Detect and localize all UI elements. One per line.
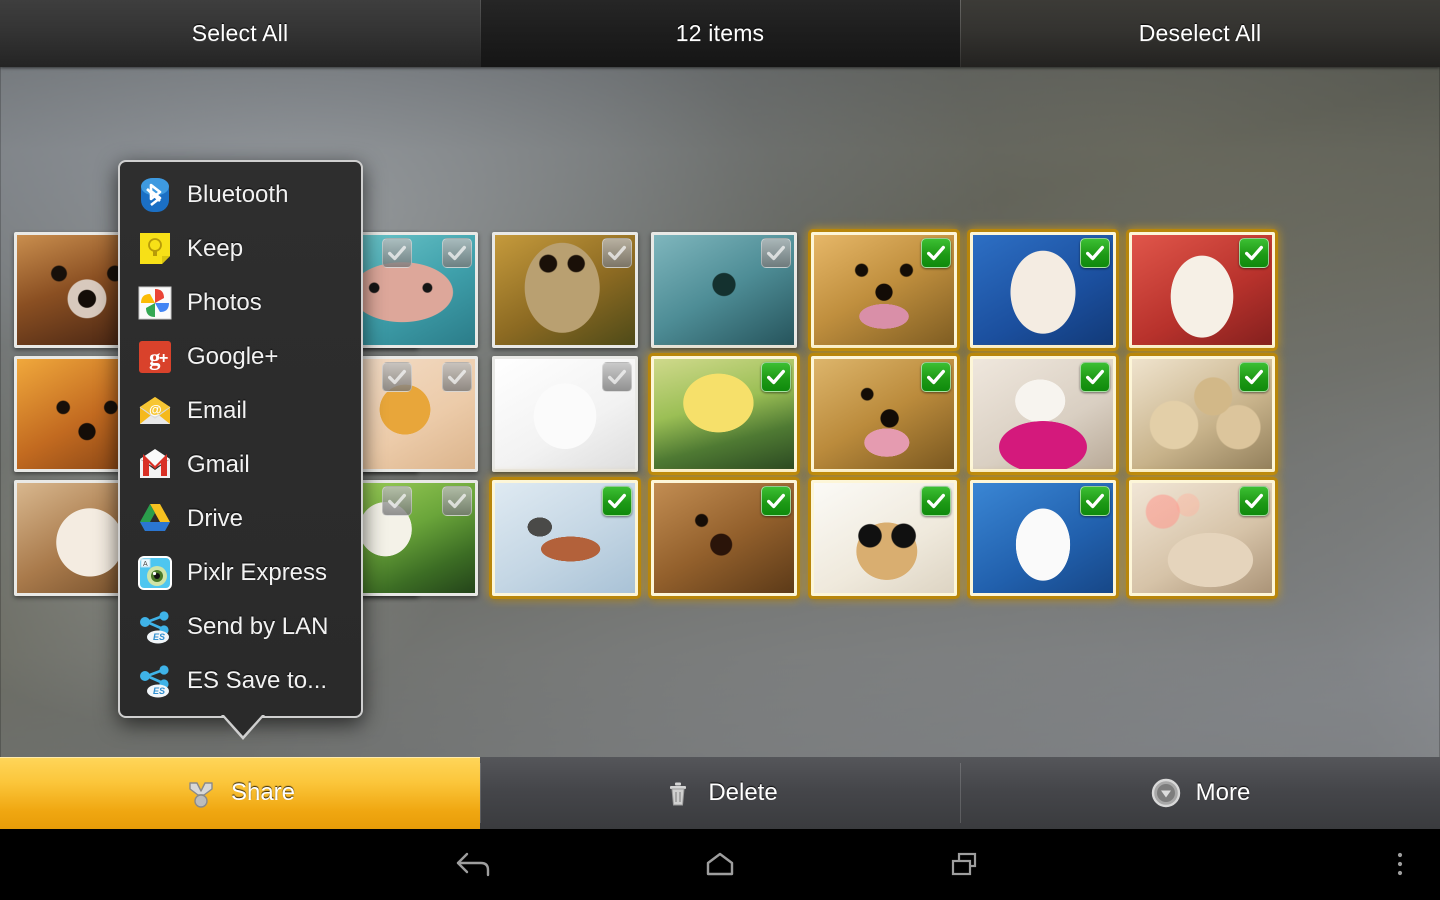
select-all-button[interactable]: Select All (0, 0, 480, 67)
share-menu-item[interactable]: Drive (120, 492, 361, 546)
share-menu-item-label: Keep (187, 235, 244, 262)
google-drive-icon (136, 500, 174, 538)
checkbox-checked-icon[interactable] (602, 486, 632, 516)
checkbox-checked-icon[interactable] (1080, 238, 1110, 268)
share-menu-item-label: Photos (187, 289, 262, 316)
share-menu-item[interactable]: Keep (120, 222, 361, 276)
google-plus-icon: g + (136, 338, 174, 376)
share-menu-item-label: Bluetooth (187, 181, 289, 208)
more-label: More (1195, 779, 1251, 806)
checkbox-checked-icon[interactable] (921, 362, 951, 392)
checkbox-unchecked-icon[interactable] (442, 362, 472, 392)
share-menu-item[interactable]: @ Email (120, 384, 361, 438)
photo-tile[interactable] (492, 232, 638, 348)
delete-button[interactable]: Delete (480, 757, 960, 829)
share-menu-item-label: Send by LAN (187, 613, 329, 640)
checkbox-unchecked-icon[interactable] (602, 238, 632, 268)
photo-tile[interactable] (970, 480, 1116, 596)
checkbox-unchecked-icon[interactable] (761, 238, 791, 268)
share-menu-item[interactable]: ES Send by LAN (120, 600, 361, 654)
checkbox-checked-icon[interactable] (761, 486, 791, 516)
photo-tile[interactable] (492, 356, 638, 472)
item-count-display: 12 items (480, 0, 960, 67)
bluetooth-icon (136, 176, 174, 214)
photo-tile[interactable] (492, 480, 638, 596)
share-menu-item-label: Gmail (187, 451, 250, 478)
android-navigation-bar (0, 829, 1440, 900)
svg-text:A: A (143, 561, 148, 568)
photo-tile[interactable] (970, 356, 1116, 472)
checkbox-unchecked-icon[interactable] (382, 486, 412, 516)
checkbox-unchecked-icon[interactable] (382, 362, 412, 392)
share-target-popup-menu: Bluetooth Keep Photos g + Google+ @ Email Gmail D… (118, 160, 363, 740)
checkbox-checked-icon[interactable] (1080, 362, 1110, 392)
checkbox-checked-icon[interactable] (1080, 486, 1110, 516)
photo-tile[interactable] (811, 356, 957, 472)
email-icon: @ (136, 392, 174, 430)
share-menu-item-label: Google+ (187, 343, 279, 370)
gmail-icon (136, 446, 174, 484)
svg-text:+: + (159, 350, 168, 367)
share-menu-item-label: Email (187, 397, 248, 424)
overflow-menu-icon[interactable] (1370, 829, 1430, 900)
photo-tile[interactable] (1129, 356, 1275, 472)
photo-tile[interactable] (651, 232, 797, 348)
photo-tile[interactable] (1129, 480, 1275, 596)
trash-icon (662, 777, 694, 809)
share-button[interactable]: Share (0, 757, 480, 829)
checkbox-checked-icon[interactable] (761, 362, 791, 392)
share-menu-item-label: Drive (187, 505, 244, 532)
checkbox-checked-icon[interactable] (1239, 238, 1269, 268)
checkbox-checked-icon[interactable] (1239, 486, 1269, 516)
recents-icon[interactable] (915, 829, 1015, 900)
google-keep-icon (136, 230, 174, 268)
checkbox-checked-icon[interactable] (921, 238, 951, 268)
google-photos-icon (136, 284, 174, 322)
share-menu-item-label: Pixlr Express (187, 559, 328, 586)
es-save-to-icon: ES (136, 662, 174, 700)
selection-top-bar: Select All 12 items Deselect All (0, 0, 1440, 67)
action-toolbar: Share Delete More (0, 757, 1440, 829)
checkbox-checked-icon[interactable] (921, 486, 951, 516)
deselect-all-button[interactable]: Deselect All (960, 0, 1440, 67)
photo-tile[interactable] (651, 480, 797, 596)
photo-tile[interactable] (651, 356, 797, 472)
more-chevron-down-icon (1150, 777, 1182, 809)
es-share-lan-icon: ES (136, 608, 174, 646)
checkbox-unchecked-icon[interactable] (442, 238, 472, 268)
share-menu-item[interactable]: A Pixlr Express (120, 546, 361, 600)
home-icon[interactable] (670, 829, 770, 900)
checkbox-checked-icon[interactable] (1239, 362, 1269, 392)
photo-tile[interactable] (1129, 232, 1275, 348)
back-icon[interactable] (425, 829, 525, 900)
pixlr-express-icon: A (136, 554, 174, 592)
delete-label: Delete (708, 779, 778, 806)
svg-text:ES: ES (153, 686, 165, 696)
android-screen: Select All 12 items Deselect All Bluetoo… (0, 0, 1440, 900)
deselect-all-label: Deselect All (1138, 20, 1262, 46)
share-menu-item[interactable]: ES ES Save to... (120, 654, 361, 708)
share-menu-item-label: ES Save to... (187, 667, 328, 694)
svg-text:@: @ (149, 402, 162, 417)
photo-tile[interactable] (811, 480, 957, 596)
photo-tile[interactable] (970, 232, 1116, 348)
share-label: Share (230, 779, 296, 806)
share-menu-item[interactable]: Photos (120, 276, 361, 330)
checkbox-unchecked-icon[interactable] (442, 486, 472, 516)
share-menu-item[interactable]: g + Google+ (120, 330, 361, 384)
photo-tile[interactable] (811, 232, 957, 348)
share-icon (185, 777, 217, 809)
item-count-label: 12 items (675, 20, 765, 46)
more-button[interactable]: More (960, 757, 1440, 829)
share-menu-item[interactable]: Gmail (120, 438, 361, 492)
checkbox-unchecked-icon[interactable] (602, 362, 632, 392)
share-menu-item[interactable]: Bluetooth (120, 168, 361, 222)
select-all-label: Select All (191, 20, 289, 46)
checkbox-unchecked-icon[interactable] (382, 238, 412, 268)
svg-text:ES: ES (153, 632, 165, 642)
